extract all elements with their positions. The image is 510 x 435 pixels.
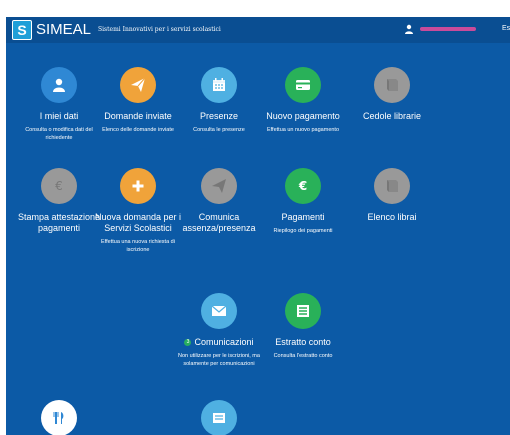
tile-title: Nuova domanda per i Servizi Scolastici xyxy=(94,212,182,233)
tile-title: Domande inviate xyxy=(104,111,172,121)
credit-card-icon xyxy=(285,67,321,103)
tile-comunicazioni[interactable]: 3 Comunicazioni Non utilizzare per le isc… xyxy=(175,293,263,368)
tile-elenco-librai[interactable]: Elenco librai xyxy=(348,168,436,228)
tile-description: Elenco delle domande inviate xyxy=(102,127,174,133)
menu-list-icon xyxy=(201,400,237,435)
tile-title: Nuovo pagamento xyxy=(266,111,340,121)
tile-description: Riepilogo dei pagamenti xyxy=(273,228,333,234)
brand-tagline: Sistemi Innovativi per i servizi scolast… xyxy=(98,26,221,33)
unread-count-badge: 3 xyxy=(184,339,192,347)
book-icon xyxy=(374,168,410,204)
tile-stampa-attestazione[interactable]: € Stampa attestazione pagamenti xyxy=(15,168,103,239)
tile-title: Cedole librarie xyxy=(362,111,422,121)
envelope-icon xyxy=(201,293,237,329)
tile-title: Comunica assenza/presenza xyxy=(182,212,256,233)
tile-title-text: Comunicazioni xyxy=(194,337,254,347)
euro-icon: € xyxy=(41,168,77,204)
tile-title: Estratto conto xyxy=(275,337,331,347)
book-icon xyxy=(374,67,410,103)
plus-icon xyxy=(120,168,156,204)
user-icon[interactable] xyxy=(404,24,414,34)
svg-text:€: € xyxy=(55,179,63,193)
cutlery-icon xyxy=(41,400,77,435)
top-navbar: S SIMEAL Sistemi Innovativi per i serviz… xyxy=(6,17,510,43)
tile-description: Effettua una nuova richiesta di iscrizio… xyxy=(101,239,175,253)
tile-title: Elenco librai xyxy=(367,212,417,222)
tile-nuova-domanda[interactable]: Nuova domanda per i Servizi Scolastici E… xyxy=(94,168,182,254)
tile-nuovo-pagamento[interactable]: Nuovo pagamento Effettua un nuovo pagame… xyxy=(259,67,347,135)
tile-description: Effettua un nuovo pagamento xyxy=(266,127,340,133)
brand-name[interactable]: SIMEAL xyxy=(36,21,91,39)
tile-comunica-assenza[interactable]: Comunica assenza/presenza xyxy=(175,168,263,239)
logo-icon[interactable]: S xyxy=(12,20,32,40)
tile-title: Pagamenti xyxy=(281,212,325,222)
list-icon xyxy=(285,293,321,329)
user-name-link[interactable] xyxy=(420,27,476,31)
svg-text:€: € xyxy=(298,179,307,193)
tile-menu-list[interactable] xyxy=(175,400,263,435)
tile-menu-mensa[interactable] xyxy=(15,400,103,435)
paper-plane-icon xyxy=(201,168,237,204)
euro-icon: € xyxy=(285,168,321,204)
tile-title: Stampa attestazione pagamenti xyxy=(17,212,101,233)
user-icon xyxy=(41,67,77,103)
tile-estratto-conto[interactable]: Estratto conto Consulta l'estratto conto xyxy=(259,293,347,361)
tile-presenze[interactable]: Presenze Consulta le presenze xyxy=(175,67,263,135)
tile-description: Consulta le presenze xyxy=(193,127,245,133)
calendar-icon xyxy=(201,67,237,103)
tile-domande-inviate[interactable]: Domande inviate Elenco delle domande inv… xyxy=(94,67,182,135)
tile-pagamenti[interactable]: € Pagamenti Riepilogo dei pagamenti xyxy=(259,168,347,236)
tile-miei-dati[interactable]: I miei dati Consulta o modifica dati del… xyxy=(15,67,103,142)
tile-cedole-librarie[interactable]: Cedole librarie xyxy=(348,67,436,127)
menu-link[interactable]: Es xyxy=(502,24,510,34)
paper-plane-icon xyxy=(120,67,156,103)
tile-description: Consulta o modifica dati del richiedente xyxy=(25,127,93,141)
tile-description: Consulta l'estratto conto xyxy=(273,353,333,359)
app-window: S SIMEAL Sistemi Innovativi per i serviz… xyxy=(6,17,510,435)
tile-description: Non utilizzare per le iscrizioni, ma sol… xyxy=(178,353,260,367)
tile-title: 3 Comunicazioni xyxy=(175,337,263,348)
tile-title: I miei dati xyxy=(39,111,79,121)
tile-title: Presenze xyxy=(199,111,239,121)
